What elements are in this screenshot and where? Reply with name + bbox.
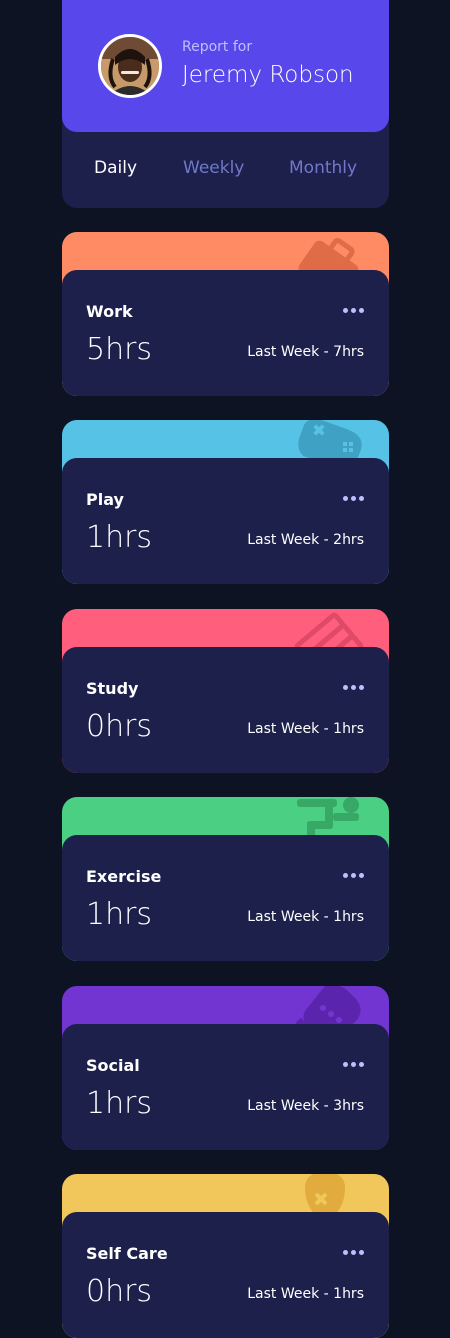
card-body[interactable]: Self Care 0hrs Last Week - 1hrs	[62, 1212, 389, 1338]
card-title: Play	[86, 490, 124, 509]
last-week-hours: Last Week - 3hrs	[247, 1098, 364, 1114]
card-title: Exercise	[86, 867, 162, 886]
user-name: Jeremy Robson	[182, 62, 354, 88]
period-tabs: Daily Weekly Monthly	[62, 150, 389, 190]
profile-header: Report for Jeremy Robson	[62, 0, 389, 132]
options-icon[interactable]	[343, 685, 365, 691]
card-work: Work 5hrs Last Week - 7hrs	[62, 232, 389, 396]
options-icon[interactable]	[343, 1250, 365, 1256]
card-body[interactable]: Work 5hrs Last Week - 7hrs	[62, 270, 389, 396]
options-icon[interactable]	[343, 308, 365, 314]
last-week-hours: Last Week - 1hrs	[247, 1286, 364, 1302]
card-study: Study 0hrs Last Week - 1hrs	[62, 609, 389, 773]
current-hours: 5hrs	[86, 332, 153, 367]
options-icon[interactable]	[343, 873, 365, 879]
current-hours: 1hrs	[86, 897, 153, 932]
last-week-hours: Last Week - 1hrs	[247, 721, 364, 737]
avatar-image	[101, 37, 159, 95]
profile-card: Report for Jeremy Robson Daily Weekly Mo…	[62, 0, 389, 208]
report-for-label: Report for	[182, 39, 253, 55]
options-icon[interactable]	[343, 1062, 365, 1068]
last-week-hours: Last Week - 7hrs	[247, 344, 364, 360]
current-hours: 0hrs	[86, 709, 153, 744]
card-social: Social 1hrs Last Week - 3hrs	[62, 986, 389, 1150]
card-title: Study	[86, 679, 139, 698]
card-title: Self Care	[86, 1244, 168, 1263]
card-body[interactable]: Exercise 1hrs Last Week - 1hrs	[62, 835, 389, 961]
tab-weekly[interactable]: Weekly	[183, 158, 244, 178]
card-body[interactable]: Play 1hrs Last Week - 2hrs	[62, 458, 389, 584]
card-exercise: Exercise 1hrs Last Week - 1hrs	[62, 797, 389, 961]
current-hours: 1hrs	[86, 1086, 153, 1121]
card-body[interactable]: Social 1hrs Last Week - 3hrs	[62, 1024, 389, 1150]
tab-daily[interactable]: Daily	[94, 158, 137, 178]
card-play: Play 1hrs Last Week - 2hrs	[62, 420, 389, 584]
last-week-hours: Last Week - 1hrs	[247, 909, 364, 925]
card-title: Social	[86, 1056, 140, 1075]
card-title: Work	[86, 302, 133, 321]
current-hours: 1hrs	[86, 520, 153, 555]
card-self-care: Self Care 0hrs Last Week - 1hrs	[62, 1174, 389, 1338]
last-week-hours: Last Week - 2hrs	[247, 532, 364, 548]
avatar	[98, 34, 162, 98]
current-hours: 0hrs	[86, 1274, 153, 1309]
tab-monthly[interactable]: Monthly	[289, 158, 357, 178]
options-icon[interactable]	[343, 496, 365, 502]
card-body[interactable]: Study 0hrs Last Week - 1hrs	[62, 647, 389, 773]
